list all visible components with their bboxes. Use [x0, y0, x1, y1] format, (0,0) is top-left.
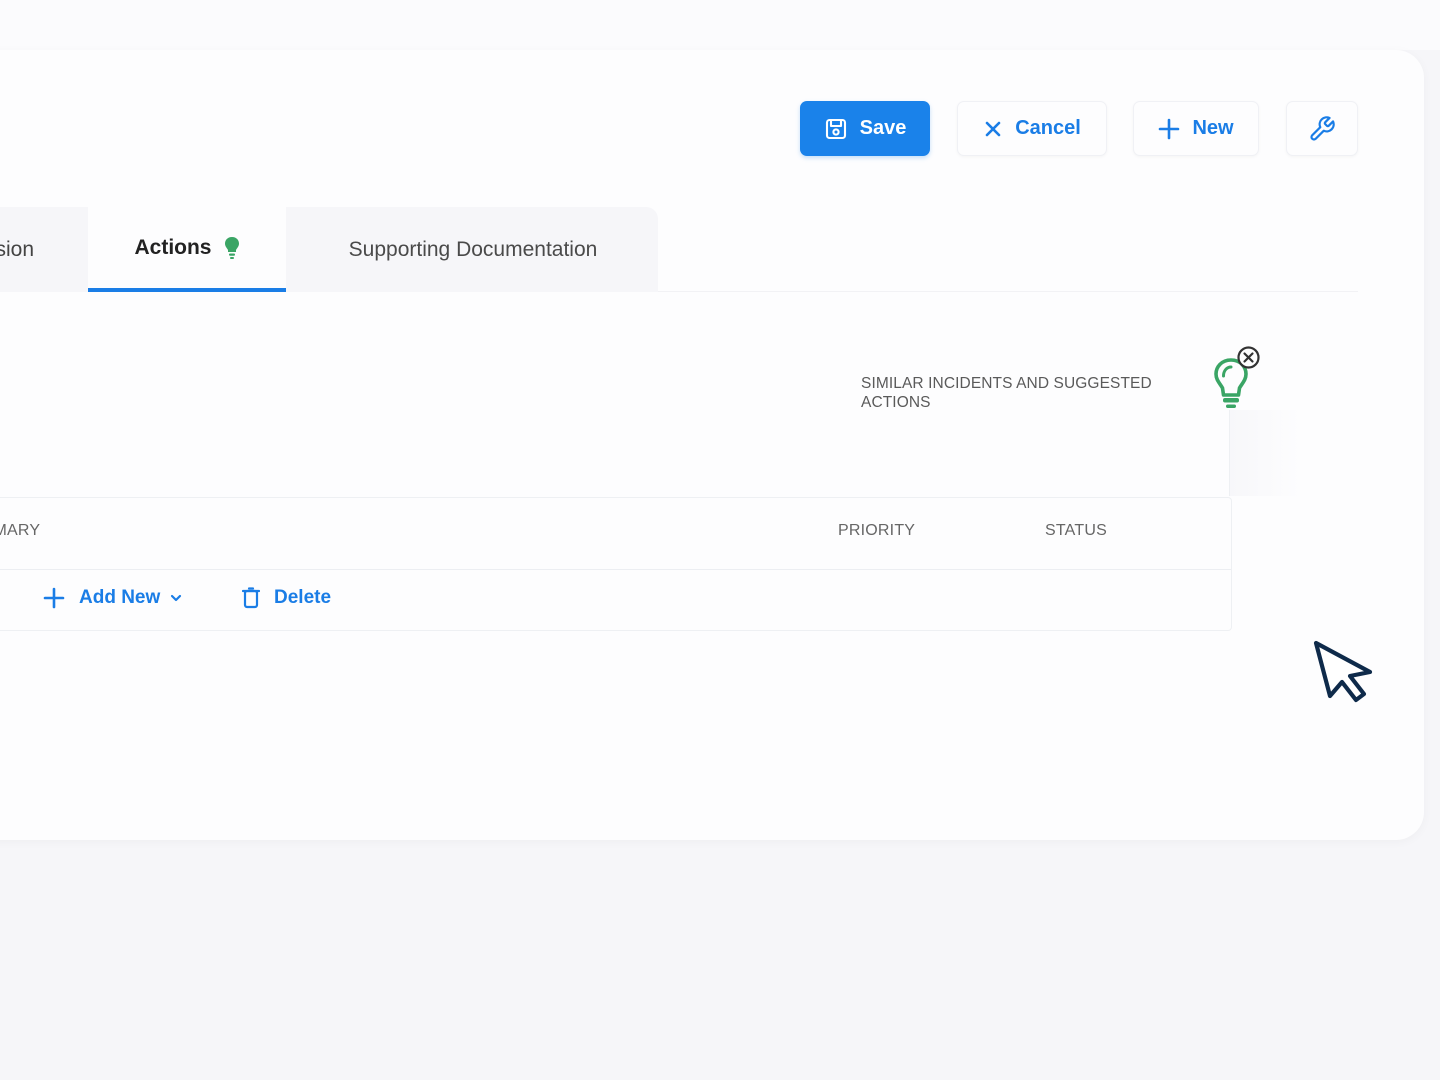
main-card	[0, 50, 1424, 840]
settings-tool-button[interactable]	[1286, 101, 1358, 156]
add-new-label: Add New	[79, 587, 161, 608]
table-header: MMARY PRIORITY STATUS	[0, 498, 1231, 570]
column-header-status[interactable]: STATUS	[1045, 522, 1107, 540]
save-label: Save	[859, 117, 907, 139]
similar-incidents-title: SIMILAR INCIDENTS AND SUGGESTED ACTIONS	[861, 375, 1152, 411]
cancel-button[interactable]: Cancel	[957, 101, 1107, 156]
column-header-summary[interactable]: MMARY	[0, 522, 52, 540]
tab-bar: sion Actions Supporting Documentation	[0, 207, 658, 292]
chevron-down-icon	[171, 594, 182, 602]
trash-icon	[242, 587, 260, 609]
delete-label: Delete	[274, 587, 332, 608]
tab-supporting-documentation[interactable]: Supporting Documentation	[288, 207, 658, 292]
save-icon	[825, 118, 846, 139]
plus-icon	[1159, 118, 1180, 139]
add-new-button[interactable]: Add New	[43, 587, 182, 609]
tab-previous-label: sion	[0, 237, 34, 261]
tab-divider	[658, 291, 1358, 292]
lightbulb-indicator-icon	[224, 236, 239, 259]
plus-icon	[43, 587, 65, 609]
top-strip	[0, 0, 1440, 50]
column-header-priority[interactable]: PRIORITY	[838, 522, 915, 540]
table-actions-bar: Add New Delete	[0, 570, 1231, 632]
new-label: New	[1192, 117, 1234, 139]
tab-supporting-documentation-label: Supporting Documentation	[348, 237, 598, 261]
new-button[interactable]: New	[1133, 101, 1259, 156]
actions-table: MMARY PRIORITY STATUS Add New Delete	[0, 497, 1232, 631]
close-icon[interactable]	[1236, 345, 1261, 370]
cancel-label: Cancel	[1015, 117, 1081, 139]
delete-button[interactable]: Delete	[242, 587, 331, 609]
side-panel-shade	[1230, 410, 1300, 496]
tab-actions[interactable]: Actions	[88, 207, 286, 292]
save-button[interactable]: Save	[800, 101, 930, 156]
tab-previous[interactable]: sion	[0, 207, 86, 292]
side-panel-divider	[1229, 410, 1230, 496]
tab-actions-label: Actions	[134, 235, 212, 259]
mouse-cursor-icon	[1313, 640, 1373, 703]
wrench-icon	[1310, 115, 1335, 141]
x-icon	[985, 121, 1001, 136]
